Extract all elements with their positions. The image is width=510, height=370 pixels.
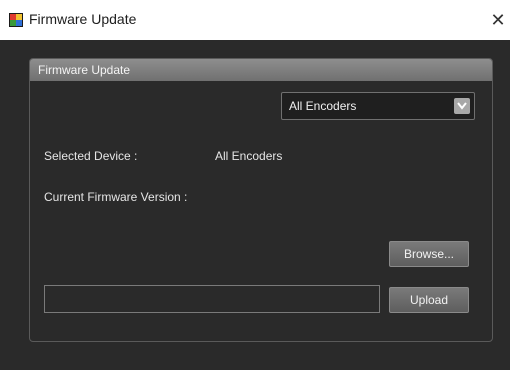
firmware-update-panel: Firmware Update All Encoders Selected De… — [29, 58, 493, 342]
current-firmware-label: Current Firmware Version : — [44, 190, 188, 204]
selected-device-value: All Encoders — [215, 149, 283, 163]
device-select[interactable]: All Encoders — [281, 92, 475, 120]
app-logo-icon — [9, 13, 23, 27]
window-title: Firmware Update — [29, 11, 137, 27]
chevron-down-icon[interactable] — [454, 98, 470, 114]
close-button[interactable]: ✕ — [486, 6, 510, 34]
file-path-input[interactable] — [44, 285, 380, 313]
browse-button[interactable]: Browse... — [389, 241, 469, 267]
upload-button[interactable]: Upload — [389, 287, 469, 313]
panel-header: Firmware Update — [30, 59, 492, 81]
close-icon: ✕ — [490, 10, 506, 30]
device-select-value: All Encoders — [289, 99, 357, 113]
selected-device-label: Selected Device : — [44, 149, 138, 163]
title-bar: Firmware Update ✕ — [0, 0, 510, 40]
